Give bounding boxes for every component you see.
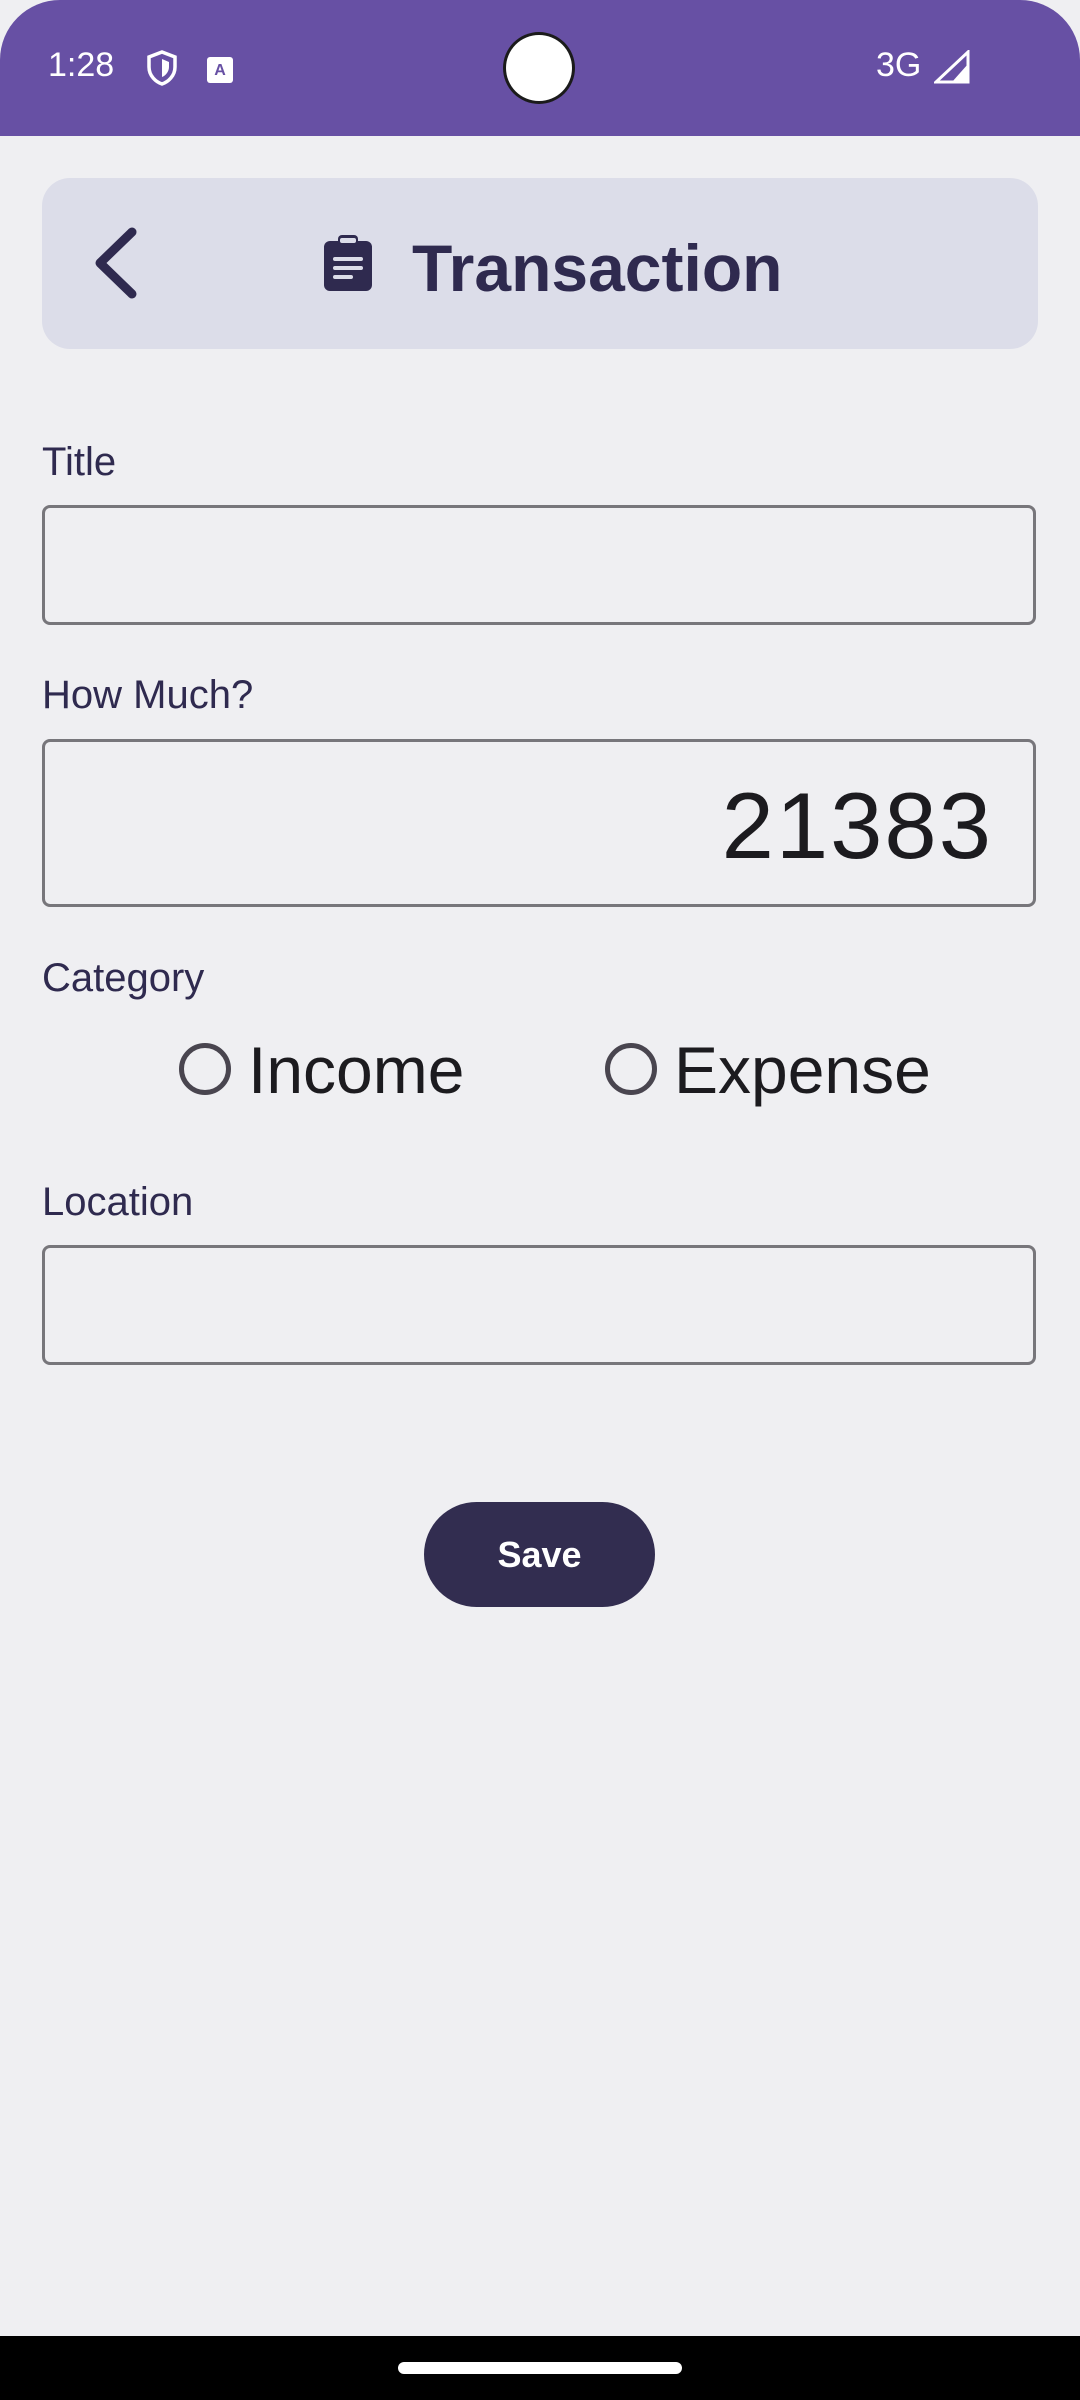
keyboard-a-icon: A xyxy=(206,56,234,89)
expense-label[interactable]: Expense xyxy=(674,1032,931,1108)
amount-value: 21383 xyxy=(721,773,993,878)
expense-radio[interactable] xyxy=(605,1043,657,1095)
amount-label: How Much? xyxy=(42,673,254,717)
location-label: Location xyxy=(42,1180,194,1224)
category-label: Category xyxy=(42,956,205,1000)
amount-input[interactable]: 21383 xyxy=(42,739,1036,907)
income-label[interactable]: Income xyxy=(248,1032,464,1108)
status-bar: 1:28 A 3G xyxy=(0,0,1080,136)
page-title: Transaction xyxy=(412,231,783,305)
network-type: 3G xyxy=(876,46,922,84)
save-button[interactable]: Save xyxy=(424,1502,655,1607)
income-radio[interactable] xyxy=(179,1043,231,1095)
shield-icon xyxy=(146,50,178,91)
title-label: Title xyxy=(42,440,117,484)
signal-icon xyxy=(932,48,970,89)
location-input[interactable] xyxy=(42,1245,1036,1365)
title-input[interactable] xyxy=(42,505,1036,625)
camera-cutout xyxy=(506,35,572,101)
home-indicator[interactable] xyxy=(398,2362,682,2374)
svg-text:A: A xyxy=(214,62,226,79)
chevron-left-icon[interactable] xyxy=(88,222,148,304)
clipboard-icon xyxy=(318,233,378,298)
status-time: 1:28 xyxy=(48,46,115,84)
